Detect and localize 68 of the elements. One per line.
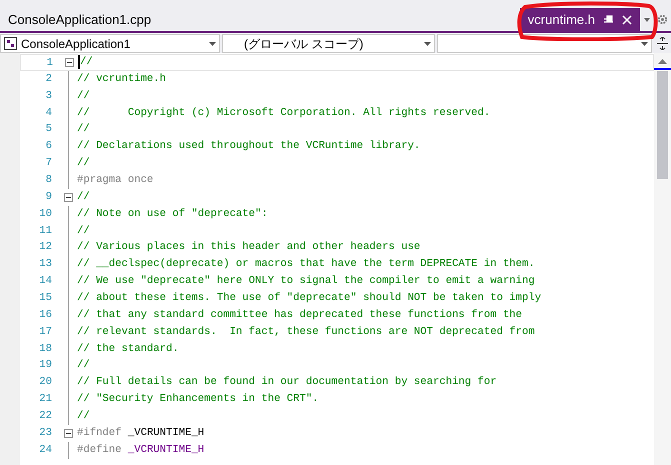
line-number: 15 [38,291,52,306]
collapse-icon[interactable] [64,192,73,202]
scrollbar[interactable] [654,53,671,465]
scroll-thumb[interactable] [657,71,668,179]
line-number: 24 [38,442,52,458]
code-line: #ifndef _VCRUNTIME_H [77,426,204,441]
line-number: 17 [38,324,52,340]
line-number: 7 [44,156,52,172]
dropdown-icon[interactable] [644,18,650,22]
line-number: 13 [38,257,52,272]
code-line: // [77,156,90,172]
scope-dropdown[interactable]: (グローバル スコープ) [222,34,435,53]
code-line: // __declspec(deprecate) or macros that have the term DEPRECATE in them. [77,257,535,272]
line-number: 1 [46,56,53,70]
settings-icon[interactable] [656,14,668,25]
line-number: 18 [38,342,52,357]
code-line: // relevant standards. In fact, these functions are NOT deprecated from [77,324,535,340]
code-line: // [80,55,93,70]
collapse-icon[interactable] [65,58,74,67]
line-number: 4 [44,106,52,121]
scroll-up-icon[interactable] [658,59,667,64]
code-line: // Various places in this header and other headers use [77,240,420,256]
line-number: 12 [38,240,52,256]
close-icon[interactable] [622,14,632,24]
code-line: // about these items. The use of "deprecate" should NOT be taken to imply [77,291,542,306]
line-number: 9 [44,190,52,205]
line-number: 3 [44,88,52,104]
line-number: 10 [38,206,52,222]
code-line: // that any standard committee has deprecated these functions from the [77,308,522,323]
caret-icon [209,42,216,46]
file-tab[interactable]: ConsoleApplication1.cpp [0,8,160,31]
code-line: #define _VCRUNTIME_H [77,442,204,458]
code-line: // [77,88,90,104]
code-line: // We use "deprecate" here ONLY to signal the compiler to emit a warning [77,274,535,290]
caret-icon [641,42,648,46]
line-number: 19 [38,358,52,374]
code-line: // [77,190,90,205]
line-number: 14 [38,274,52,290]
code-line: // [77,409,90,424]
line-number: 6 [44,139,52,154]
code-line: // Declarations used throughout the VCRuntime library. [77,139,420,154]
project-icon [4,37,17,50]
line-number: 8 [44,173,52,188]
code-line: // [77,358,90,374]
file-tab[interactable]: vcruntime.h [520,8,640,31]
code-line: // vcruntime.h [77,72,166,87]
code-line: // Full details can be found in our documentation by searching for [77,375,497,390]
split-icon[interactable] [657,37,668,50]
line-number: 2 [44,72,52,87]
line-number: 23 [38,426,52,441]
code-line: // "Security Enhancements in the CRT". [77,392,319,408]
line-number: 21 [38,392,52,408]
text-cursor [78,55,80,70]
pin-icon[interactable] [603,15,614,24]
line-number: 5 [44,122,52,138]
code-line: // [77,224,90,239]
line-number: 20 [38,375,52,390]
collapse-icon[interactable] [64,428,73,438]
line-number: 11 [38,224,52,239]
project-dropdown[interactable]: ConsoleApplication1 [0,34,220,53]
code-line: // Note on use of "deprecate": [77,206,268,222]
code-line: // Copyright (c) Microsoft Corporation. All rights reserved. [77,106,490,121]
line-number: 16 [38,308,52,323]
line-number: 22 [38,409,52,424]
code-line: // [77,122,90,138]
code-line: #pragma once [77,173,154,188]
code-line: // the standard. [77,342,179,357]
caret-icon [424,42,431,46]
